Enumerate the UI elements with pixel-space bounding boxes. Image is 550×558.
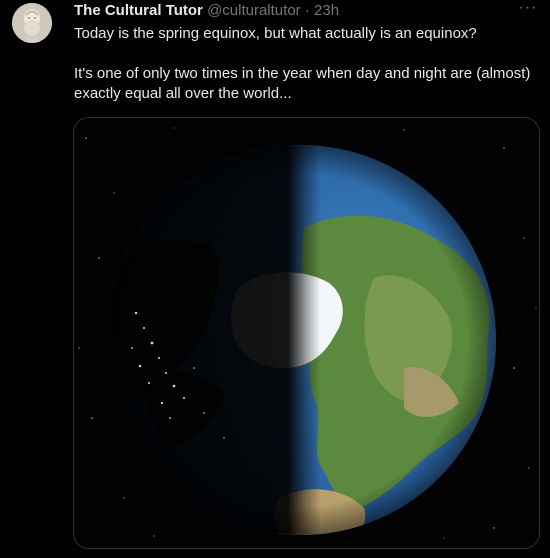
header-separator: · xyxy=(304,2,310,19)
more-options-button[interactable]: ··· xyxy=(518,0,538,18)
tweet-header: The Cultural Tutor @culturaltutor · 23h xyxy=(74,2,339,20)
earth-equinox-image xyxy=(74,118,539,548)
tweet-text: Today is the spring equinox, but what ac… xyxy=(74,24,534,104)
bust-statue-avatar-icon xyxy=(12,3,52,43)
tweet-text-line: Today is the spring equinox, but what ac… xyxy=(74,25,477,42)
author-display-name[interactable]: The Cultural Tutor xyxy=(74,2,203,19)
tweet-text-line: It's one of only two times in the year w… xyxy=(74,65,531,102)
author-handle[interactable]: @culturaltutor xyxy=(207,2,301,19)
ellipsis-icon: ··· xyxy=(518,0,538,16)
avatar[interactable] xyxy=(12,3,52,43)
tweet-timestamp[interactable]: 23h xyxy=(314,2,339,19)
tweet-media-image[interactable] xyxy=(73,117,540,549)
tweet[interactable]: The Cultural Tutor @culturaltutor · 23h … xyxy=(0,0,550,558)
